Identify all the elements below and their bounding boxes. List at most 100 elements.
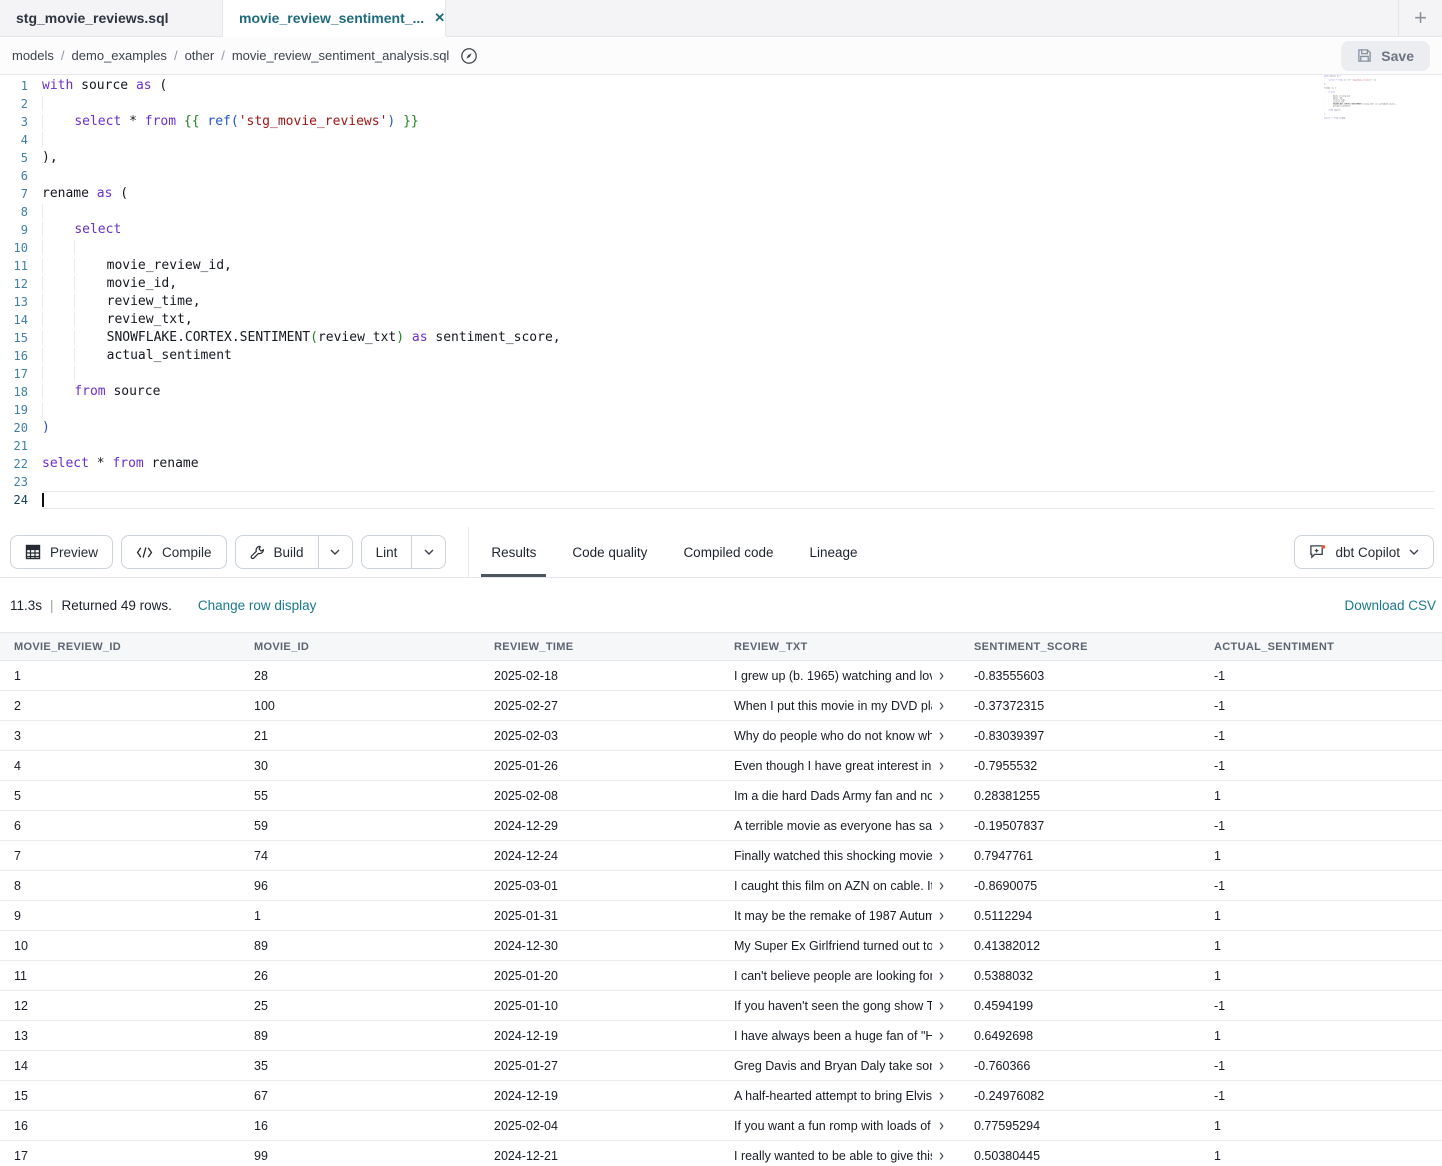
expand-chevron-icon[interactable]: › xyxy=(939,1148,944,1163)
breadcrumb-segment[interactable]: movie_review_sentiment_analysis.sql xyxy=(232,48,450,63)
column-header-movie_review_id[interactable]: MOVIE_REVIEW_ID xyxy=(0,641,240,653)
lint-dropdown-button[interactable] xyxy=(411,536,445,568)
breadcrumb-separator: / xyxy=(174,48,178,63)
indent-guide xyxy=(74,240,106,255)
code-editor[interactable]: 1with source as (2 3 select * from {{ re… xyxy=(0,75,1442,527)
cell-sentiment_score: 0.41382012 xyxy=(960,939,1200,953)
cell-review-txt: Im a die hard Dads Army fan and nothi…› xyxy=(720,788,960,803)
compile-button[interactable]: Compile xyxy=(121,535,227,569)
table-row: 1282025-02-18I grew up (b. 1965) watchin… xyxy=(0,661,1442,691)
tab-bar: stg_movie_reviews.sqlmovie_review_sentim… xyxy=(0,0,1442,37)
code-text: movie_id, xyxy=(42,275,1434,293)
expand-chevron-icon[interactable]: › xyxy=(939,968,944,983)
expand-chevron-icon[interactable]: › xyxy=(939,818,944,833)
expand-chevron-icon[interactable]: › xyxy=(939,1058,944,1073)
close-icon[interactable]: ✕ xyxy=(424,10,445,26)
new-tab-button[interactable]: + xyxy=(1398,0,1442,36)
indent-guide xyxy=(42,312,74,327)
expand-chevron-icon[interactable]: › xyxy=(939,998,944,1013)
code-text: rename as ( xyxy=(42,185,1434,203)
expand-chevron-icon[interactable]: › xyxy=(939,848,944,863)
download-csv-link[interactable]: Download CSV xyxy=(1344,598,1436,613)
expand-chevron-icon[interactable]: › xyxy=(939,938,944,953)
cell-review-txt: I grew up (b. 1965) watching and lovin…› xyxy=(720,668,960,683)
expand-chevron-icon[interactable]: › xyxy=(939,668,944,683)
breadcrumb-segment[interactable]: demo_examples xyxy=(72,48,167,63)
indent-guide xyxy=(74,276,106,291)
line-number: 9 xyxy=(0,221,42,239)
chevron-down-icon xyxy=(1409,547,1419,557)
build-button[interactable]: Build xyxy=(236,536,318,568)
review-text: I can't believe people are looking for a… xyxy=(734,969,932,983)
tab-compiled-code[interactable]: Compiled code xyxy=(683,527,773,577)
cell-movie_review_id: 17 xyxy=(0,1149,240,1163)
build-dropdown-button[interactable] xyxy=(318,536,352,568)
column-header-movie_id[interactable]: MOVIE_ID xyxy=(240,641,480,653)
line-number: 8 xyxy=(0,203,42,221)
code-text xyxy=(42,401,1434,419)
tab-code-quality[interactable]: Code quality xyxy=(572,527,647,577)
file-tab-1[interactable]: movie_review_sentiment_...✕ xyxy=(223,0,446,36)
table-header-row: MOVIE_REVIEW_IDMOVIE_IDREVIEW_TIMEREVIEW… xyxy=(0,632,1442,661)
breadcrumb-separator: / xyxy=(221,48,225,63)
cell-movie_review_id: 15 xyxy=(0,1089,240,1103)
expand-chevron-icon[interactable]: › xyxy=(939,878,944,893)
code-token: }} xyxy=(403,114,419,129)
cell-review_time: 2025-02-18 xyxy=(480,669,720,683)
minimap[interactable]: with source as ( select * from {{ ref('s… xyxy=(1324,75,1398,195)
code-text: SNOWFLAKE.CORTEX.SENTIMENT(review_txt) a… xyxy=(42,329,1434,347)
indent-guide xyxy=(74,330,106,345)
line-number: 21 xyxy=(0,437,42,455)
expand-chevron-icon[interactable]: › xyxy=(939,758,944,773)
docs-compass-icon[interactable] xyxy=(460,47,478,65)
code-token: {{ xyxy=(184,114,200,129)
code-line: 7rename as ( xyxy=(0,185,1442,203)
expand-chevron-icon[interactable]: › xyxy=(939,788,944,803)
cell-movie_review_id: 13 xyxy=(0,1029,240,1043)
expand-chevron-icon[interactable]: › xyxy=(939,1118,944,1133)
code-text xyxy=(42,95,1434,113)
cell-sentiment_score: 0.4594199 xyxy=(960,999,1200,1013)
code-token: ( xyxy=(310,330,318,345)
indent-guide xyxy=(42,96,74,111)
column-header-review_time[interactable]: REVIEW_TIME xyxy=(480,641,720,653)
column-header-sentiment_score[interactable]: SENTIMENT_SCORE xyxy=(960,641,1200,653)
table-row: 10892024-12-30My Super Ex Girlfriend tur… xyxy=(0,931,1442,961)
breadcrumb-segment[interactable]: other xyxy=(185,48,215,63)
code-token: as xyxy=(97,186,113,201)
column-header-actual_sentiment[interactable]: ACTUAL_SENTIMENT xyxy=(1200,641,1442,653)
expand-chevron-icon[interactable]: › xyxy=(939,728,944,743)
expand-chevron-icon[interactable]: › xyxy=(939,1088,944,1103)
cell-movie_review_id: 12 xyxy=(0,999,240,1013)
table-row: 912025-01-31It may be the remake of 1987… xyxy=(0,901,1442,931)
cell-sentiment_score: 0.77595294 xyxy=(960,1119,1200,1133)
dbt-copilot-button[interactable]: dbt Copilot xyxy=(1294,535,1434,569)
line-number: 1 xyxy=(0,77,42,95)
indent-guide xyxy=(42,258,74,273)
save-button[interactable]: Save xyxy=(1341,41,1430,71)
file-tab-0[interactable]: stg_movie_reviews.sql xyxy=(0,0,223,36)
tab-lineage[interactable]: Lineage xyxy=(810,527,858,577)
expand-chevron-icon[interactable]: › xyxy=(939,1028,944,1043)
change-row-display-link[interactable]: Change row display xyxy=(198,598,317,613)
lint-button[interactable]: Lint xyxy=(362,536,412,568)
cell-actual_sentiment: -1 xyxy=(1200,669,1442,683)
breadcrumb-segment[interactable]: models xyxy=(12,48,54,63)
line-number: 7 xyxy=(0,185,42,203)
cell-review-txt: When I put this movie in my DVD playe…› xyxy=(720,698,960,713)
code-token: from xyxy=(145,114,176,129)
cell-sentiment_score: -0.24976082 xyxy=(960,1089,1200,1103)
cell-sentiment_score: 0.28381255 xyxy=(960,789,1200,803)
line-number: 11 xyxy=(0,257,42,275)
expand-chevron-icon[interactable]: › xyxy=(939,908,944,923)
cell-review_time: 2025-01-31 xyxy=(480,909,720,923)
code-line: 20) xyxy=(0,419,1442,437)
tab-results[interactable]: Results xyxy=(491,527,536,577)
table-row: 8962025-03-01I caught this film on AZN o… xyxy=(0,871,1442,901)
expand-chevron-icon[interactable]: › xyxy=(939,698,944,713)
cell-movie_id: 59 xyxy=(240,819,480,833)
cell-review_time: 2025-02-08 xyxy=(480,789,720,803)
cell-review_time: 2025-01-26 xyxy=(480,759,720,773)
preview-button[interactable]: Preview xyxy=(10,535,113,569)
column-header-review_txt[interactable]: REVIEW_TXT xyxy=(720,641,960,653)
